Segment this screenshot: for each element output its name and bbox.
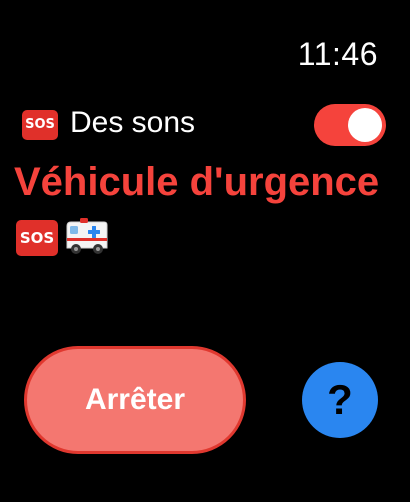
ambulance-icon bbox=[66, 218, 108, 254]
status-time: 11:46 bbox=[297, 36, 378, 72]
stop-button[interactable]: Arrêter bbox=[24, 346, 246, 454]
sos-icon: SOS bbox=[22, 110, 58, 140]
toggle-knob bbox=[348, 108, 382, 142]
sos-icon: SOS bbox=[16, 220, 58, 256]
sound-toggle-switch[interactable] bbox=[314, 104, 386, 146]
sound-toggle-label: Des sons bbox=[70, 106, 196, 139]
help-button[interactable]: ? bbox=[302, 362, 378, 438]
alert-title: Véhicule d'urgence bbox=[14, 160, 380, 204]
